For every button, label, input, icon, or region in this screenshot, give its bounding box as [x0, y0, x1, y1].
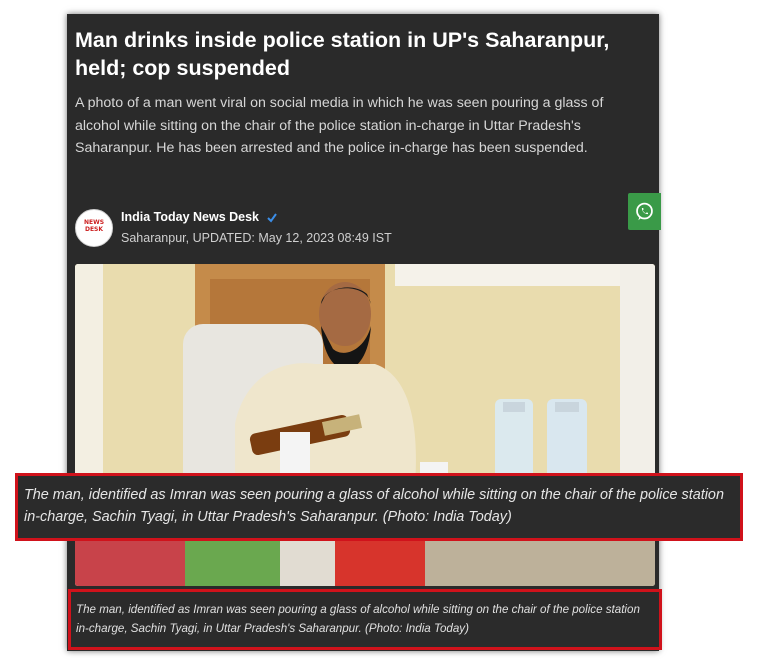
whatsapp-share-button[interactable]: [628, 193, 661, 230]
article-summary: A photo of a man went viral on social me…: [75, 95, 604, 156]
twitter-verified-icon: [266, 213, 277, 223]
byline: NEWS DESK India Today News Desk Saharanp…: [75, 209, 635, 251]
article-location: Saharanpur,: [121, 231, 190, 245]
photo-caption-highlight: The man, identified as Imran was seen po…: [15, 473, 743, 541]
article-headline: Man drinks inside police station in UP's…: [75, 28, 610, 80]
author-avatar[interactable]: NEWS DESK: [75, 209, 113, 247]
author-name-row: India Today News Desk: [121, 210, 277, 224]
whatsapp-icon: [636, 202, 653, 221]
avatar-logo-icon: NEWS DESK: [83, 219, 105, 233]
author-name[interactable]: India Today News Desk: [121, 210, 259, 224]
article-updated: UPDATED: May 12, 2023 08:49 IST: [192, 231, 392, 245]
article-meta: Saharanpur, UPDATED: May 12, 2023 08:49 …: [121, 231, 392, 245]
photo-caption: The man, identified as Imran was seen po…: [68, 589, 662, 650]
